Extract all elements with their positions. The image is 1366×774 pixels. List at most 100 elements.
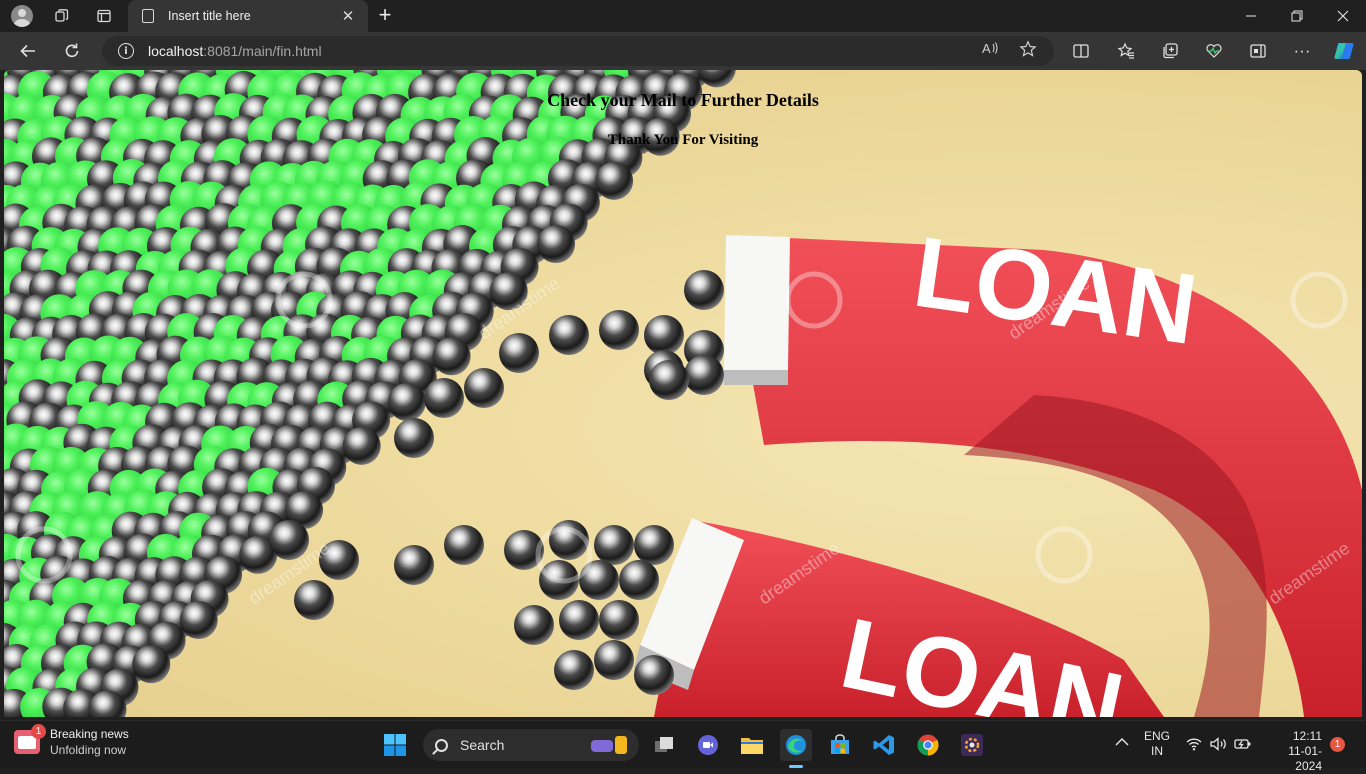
lang-region: IN bbox=[1151, 744, 1163, 758]
tab-actions-button[interactable] bbox=[84, 0, 124, 32]
page-heading: Check your Mail to Further Details bbox=[547, 90, 819, 110]
minimize-icon bbox=[1246, 15, 1256, 17]
heartbeat-icon bbox=[1206, 44, 1222, 58]
page-viewport: LOAN LOAN dreamstime dreamstime dreamsti… bbox=[4, 70, 1362, 717]
sidebar-button[interactable] bbox=[1242, 35, 1274, 67]
ball bbox=[432, 337, 471, 376]
svg-text:A: A bbox=[982, 41, 991, 56]
app-launcher-button[interactable] bbox=[956, 729, 988, 761]
tab-actions-icon bbox=[97, 9, 111, 23]
start-button[interactable] bbox=[379, 729, 411, 761]
taskbar-search[interactable]: Search bbox=[423, 729, 639, 761]
ball bbox=[644, 315, 684, 355]
windows-taskbar: 1 Breaking news Unfolding now Search ENG… bbox=[0, 720, 1366, 773]
ball bbox=[179, 600, 218, 639]
ball bbox=[634, 525, 674, 565]
ball bbox=[554, 650, 594, 690]
volume-icon[interactable] bbox=[1210, 737, 1228, 754]
ball bbox=[634, 655, 674, 695]
performance-button[interactable] bbox=[1198, 35, 1230, 67]
meet-app-button[interactable] bbox=[692, 729, 724, 761]
news-subtitle: Unfolding now bbox=[50, 743, 127, 757]
refresh-button[interactable] bbox=[56, 35, 88, 67]
new-tab-button[interactable]: + bbox=[372, 4, 398, 28]
ball bbox=[619, 560, 659, 600]
split-screen-button[interactable] bbox=[1065, 35, 1097, 67]
page-subheading: Thank You For Visiting bbox=[607, 132, 759, 148]
site-info-icon[interactable]: i bbox=[118, 43, 134, 59]
workspaces-button[interactable] bbox=[42, 0, 82, 32]
ball bbox=[594, 525, 634, 565]
ball bbox=[294, 580, 334, 620]
language-indicator[interactable]: ENG IN bbox=[1144, 729, 1170, 759]
more-menu-button[interactable]: ··· bbox=[1286, 35, 1318, 67]
video-chat-icon bbox=[698, 735, 718, 755]
browser-toolbar: i localhost:8081/main/fin.html A ··· bbox=[0, 32, 1366, 70]
ball bbox=[549, 315, 589, 355]
workspaces-icon bbox=[55, 9, 69, 22]
ball bbox=[464, 368, 504, 408]
profile-button[interactable] bbox=[2, 0, 42, 32]
task-view-button[interactable] bbox=[648, 729, 680, 761]
address-bar[interactable]: i localhost:8081/main/fin.html A bbox=[102, 36, 1054, 66]
steel-and-green-balls bbox=[4, 70, 736, 717]
wifi-icon[interactable] bbox=[1186, 737, 1202, 754]
task-view-icon bbox=[655, 737, 673, 752]
tab-title: Insert title here bbox=[168, 9, 251, 23]
minimize-button[interactable] bbox=[1228, 0, 1274, 32]
ball bbox=[514, 605, 554, 645]
collections-icon bbox=[1163, 43, 1178, 59]
clock[interactable]: 12:11 11-01-2024 bbox=[1264, 729, 1322, 774]
magnet-shape: LOAN LOAN bbox=[634, 216, 1362, 717]
ball bbox=[684, 270, 724, 310]
clock-time: 12:11 bbox=[1292, 729, 1322, 743]
collections-button[interactable] bbox=[1154, 35, 1186, 67]
close-icon bbox=[1337, 10, 1349, 22]
ball bbox=[649, 360, 689, 400]
news-badge: 1 bbox=[31, 724, 46, 739]
app-gear-icon bbox=[961, 734, 983, 756]
edge-browser-button[interactable] bbox=[780, 729, 812, 761]
url-path: :8081/main/fin.html bbox=[203, 43, 322, 59]
edge-icon bbox=[786, 735, 806, 755]
favorite-star-icon[interactable] bbox=[1016, 40, 1040, 62]
profile-avatar-icon bbox=[11, 5, 33, 27]
vscode-icon bbox=[873, 735, 894, 755]
back-arrow-icon bbox=[20, 44, 35, 58]
store-button[interactable] bbox=[824, 729, 856, 761]
restore-button[interactable] bbox=[1274, 0, 1320, 32]
title-bar: Insert title here ✕ + bbox=[0, 0, 1366, 32]
sidebar-icon bbox=[1250, 44, 1266, 58]
ball bbox=[342, 426, 381, 465]
page-icon bbox=[142, 9, 154, 23]
ball bbox=[387, 382, 426, 421]
ball bbox=[599, 310, 639, 350]
notification-badge[interactable]: 1 bbox=[1330, 737, 1345, 752]
tab-close-icon[interactable]: ✕ bbox=[338, 7, 358, 25]
search-highlight-icon bbox=[591, 736, 627, 754]
battery-icon[interactable] bbox=[1234, 737, 1252, 754]
restore-icon bbox=[1291, 10, 1303, 22]
ball bbox=[394, 545, 434, 585]
close-window-button[interactable] bbox=[1320, 0, 1366, 32]
back-button[interactable] bbox=[12, 35, 44, 67]
show-hidden-icons-button[interactable] bbox=[1114, 735, 1130, 752]
file-explorer-button[interactable] bbox=[736, 729, 768, 761]
ball bbox=[599, 600, 639, 640]
vscode-button[interactable] bbox=[868, 729, 900, 761]
chrome-icon bbox=[917, 734, 939, 756]
search-label: Search bbox=[460, 737, 505, 753]
browser-tab-active[interactable]: Insert title here ✕ bbox=[128, 0, 368, 32]
read-aloud-icon[interactable]: A bbox=[978, 40, 1002, 62]
ball bbox=[559, 600, 599, 640]
folder-icon bbox=[741, 738, 763, 754]
news-widget[interactable]: 1 Breaking news Unfolding now bbox=[14, 724, 129, 757]
ball bbox=[594, 640, 634, 680]
copilot-button[interactable] bbox=[1328, 35, 1360, 67]
favorites-button[interactable] bbox=[1110, 35, 1142, 67]
split-screen-icon bbox=[1073, 44, 1089, 58]
ball bbox=[132, 645, 171, 684]
ball bbox=[595, 161, 634, 200]
chrome-button[interactable] bbox=[912, 729, 944, 761]
refresh-icon bbox=[65, 43, 79, 58]
